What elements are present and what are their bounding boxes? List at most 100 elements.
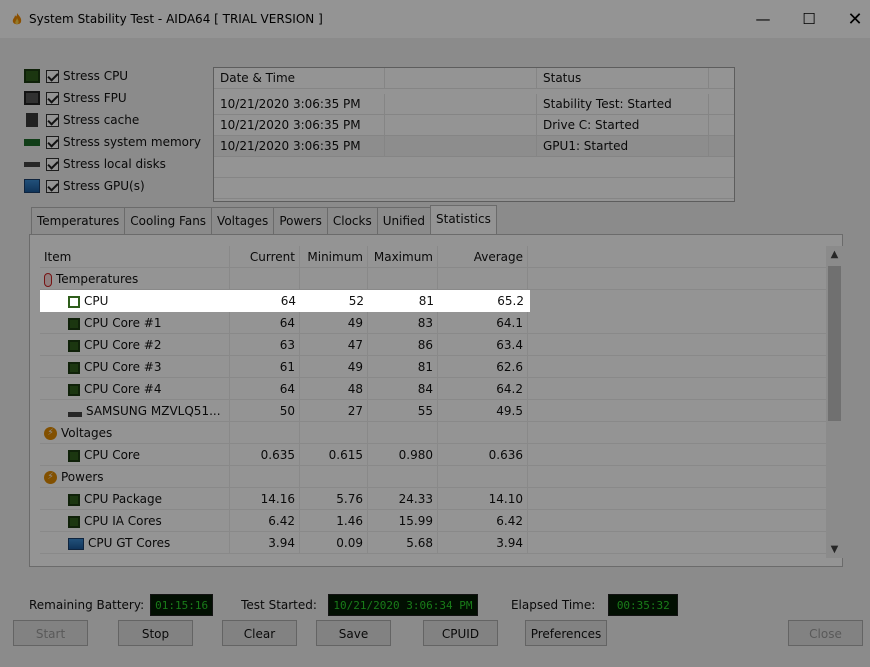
selected-row-spotlight[interactable]: CPU 64 52 81 65.2 xyxy=(40,290,530,312)
statistics-scrollbar[interactable]: ▲ ▼ xyxy=(826,246,843,558)
column-header-status[interactable]: Status xyxy=(537,68,709,89)
stress-option-label: Stress system memory xyxy=(63,135,202,149)
memory-icon xyxy=(24,138,40,146)
status-log-row[interactable]: 10/21/2020 3:06:35 PM Drive C: Started xyxy=(214,115,734,136)
log-datetime: 10/21/2020 3:06:35 PM xyxy=(214,94,385,115)
stress-fpu-checkbox[interactable] xyxy=(46,91,59,105)
category-label: Temperatures xyxy=(40,268,230,290)
value-current: 50 xyxy=(230,400,300,422)
status-log-row[interactable]: 10/21/2020 3:06:35 PM GPU1: Started xyxy=(214,136,734,157)
category-row[interactable]: ⚡ Powers xyxy=(40,466,828,488)
status-log[interactable]: Date & Time Status 10/21/2020 3:06:35 PM… xyxy=(213,67,735,202)
stress-option-cache[interactable]: Stress cache xyxy=(24,109,214,131)
window-title: System Stability Test - AIDA64 [ TRIAL V… xyxy=(29,12,323,26)
value-average: 3.94 xyxy=(438,532,528,554)
stress-option-fpu[interactable]: Stress FPU xyxy=(24,87,214,109)
cpu-chip-icon xyxy=(68,383,80,396)
tab-cooling-fans[interactable]: Cooling Fans xyxy=(124,207,213,234)
column-header-blank xyxy=(528,246,828,268)
value-current: 14.16 xyxy=(230,488,300,510)
maximize-button[interactable]: ☐ xyxy=(786,0,832,38)
category-row[interactable]: ⚡ Voltages xyxy=(40,422,828,444)
flame-icon xyxy=(9,11,25,27)
stop-button[interactable]: Stop xyxy=(118,620,193,646)
test-started-label: Test Started: xyxy=(241,598,317,612)
row-label: CPU Core #2 xyxy=(40,334,230,356)
column-header-blank xyxy=(709,68,734,89)
row-label: CPU Core #3 xyxy=(40,356,230,378)
column-header-current[interactable]: Current xyxy=(230,246,300,268)
value-current: 64 xyxy=(280,294,296,308)
minimize-button[interactable]: — xyxy=(740,0,786,38)
tab-powers[interactable]: Powers xyxy=(273,207,328,234)
scrollbar-thumb[interactable] xyxy=(828,266,841,421)
column-header-datetime[interactable]: Date & Time xyxy=(214,68,385,89)
battery-label: Remaining Battery: xyxy=(29,598,145,612)
table-row[interactable]: CPU Core #1 64 49 83 64.1 xyxy=(40,312,828,334)
start-button[interactable]: Start xyxy=(13,620,88,646)
table-row[interactable]: CPU Core #2 63 47 86 63.4 xyxy=(40,334,828,356)
cpuid-button[interactable]: CPUID xyxy=(423,620,498,646)
stress-option-disks[interactable]: Stress local disks xyxy=(24,153,214,175)
value-average: 0.636 xyxy=(438,444,528,466)
tab-temperatures[interactable]: Temperatures xyxy=(31,207,126,234)
statistics-header: Item Current Minimum Maximum Average xyxy=(40,246,828,268)
preferences-button[interactable]: Preferences xyxy=(525,620,607,646)
column-header-maximum[interactable]: Maximum xyxy=(368,246,438,268)
tab-unified[interactable]: Unified xyxy=(376,207,431,234)
stress-memory-checkbox[interactable] xyxy=(46,135,59,149)
table-row[interactable]: CPU Package 14.16 5.76 24.33 14.10 xyxy=(40,488,828,510)
column-header-item[interactable]: Item xyxy=(40,246,230,268)
table-row[interactable]: CPU Core #4 64 48 84 64.2 xyxy=(40,378,828,400)
tab-statistics[interactable]: Statistics xyxy=(430,205,497,234)
column-header-blank xyxy=(385,68,537,89)
stress-option-memory[interactable]: Stress system memory xyxy=(24,131,214,153)
stress-cache-checkbox[interactable] xyxy=(46,113,59,127)
value-average: 64.1 xyxy=(438,312,528,334)
value-minimum: 0.09 xyxy=(300,532,368,554)
status-log-row-empty xyxy=(214,178,734,199)
clear-button[interactable]: Clear xyxy=(222,620,297,646)
save-button[interactable]: Save xyxy=(316,620,391,646)
value-average: 62.6 xyxy=(438,356,528,378)
table-row[interactable]: CPU GT Cores 3.94 0.09 5.68 3.94 xyxy=(40,532,828,554)
sensor-tabs: Temperatures Cooling Fans Voltages Power… xyxy=(31,205,497,235)
row-label: CPU xyxy=(40,290,230,312)
status-log-row[interactable]: 10/21/2020 3:06:35 PM Stability Test: St… xyxy=(214,94,734,115)
value-maximum: 81 xyxy=(418,294,434,308)
stress-cpu-checkbox[interactable] xyxy=(46,69,59,83)
log-spacer xyxy=(709,115,734,136)
category-label: ⚡ Powers xyxy=(40,466,230,488)
stress-option-cpu[interactable]: Stress CPU xyxy=(24,65,214,87)
value-minimum: 49 xyxy=(300,312,368,334)
scroll-up-arrow-icon[interactable]: ▲ xyxy=(826,246,843,263)
stress-gpu-checkbox[interactable] xyxy=(46,179,59,193)
scroll-down-arrow-icon[interactable]: ▼ xyxy=(826,541,843,558)
close-window-button[interactable]: ✕ xyxy=(832,0,870,38)
table-row[interactable]: CPU IA Cores 6.42 1.46 15.99 6.42 xyxy=(40,510,828,532)
column-header-average[interactable]: Average xyxy=(438,246,528,268)
tab-voltages[interactable]: Voltages xyxy=(211,207,275,234)
table-row[interactable]: CPU Core #3 61 49 81 62.6 xyxy=(40,356,828,378)
stress-option-label: Stress cache xyxy=(63,113,140,127)
value-maximum: 0.980 xyxy=(368,444,438,466)
close-button[interactable]: Close xyxy=(788,620,863,646)
disk-icon xyxy=(24,161,40,167)
value-average: 65.2 xyxy=(497,294,524,308)
power-icon: ⚡ xyxy=(44,471,57,484)
log-datetime: 10/21/2020 3:06:35 PM xyxy=(214,115,385,136)
table-row[interactable]: CPU Core 0.635 0.615 0.980 0.636 xyxy=(40,444,828,466)
stress-option-label: Stress GPU(s) xyxy=(63,179,145,193)
cpu-chip-icon xyxy=(68,493,80,506)
table-row[interactable]: SAMSUNG MZVLQ51... 50 27 55 49.5 xyxy=(40,400,828,422)
elapsed-time-label: Elapsed Time: xyxy=(510,598,596,612)
battery-value: 01:15:16 xyxy=(150,594,214,616)
row-label: CPU Core #4 xyxy=(40,378,230,400)
column-header-minimum[interactable]: Minimum xyxy=(300,246,368,268)
category-row[interactable]: Temperatures xyxy=(40,268,828,290)
stress-option-gpu[interactable]: Stress GPU(s) xyxy=(24,175,214,197)
tab-clocks[interactable]: Clocks xyxy=(326,207,378,234)
stress-disks-checkbox[interactable] xyxy=(46,157,59,171)
cpu-chip-icon xyxy=(68,295,80,308)
test-started-value: 10/21/2020 3:06:34 PM xyxy=(327,594,478,616)
